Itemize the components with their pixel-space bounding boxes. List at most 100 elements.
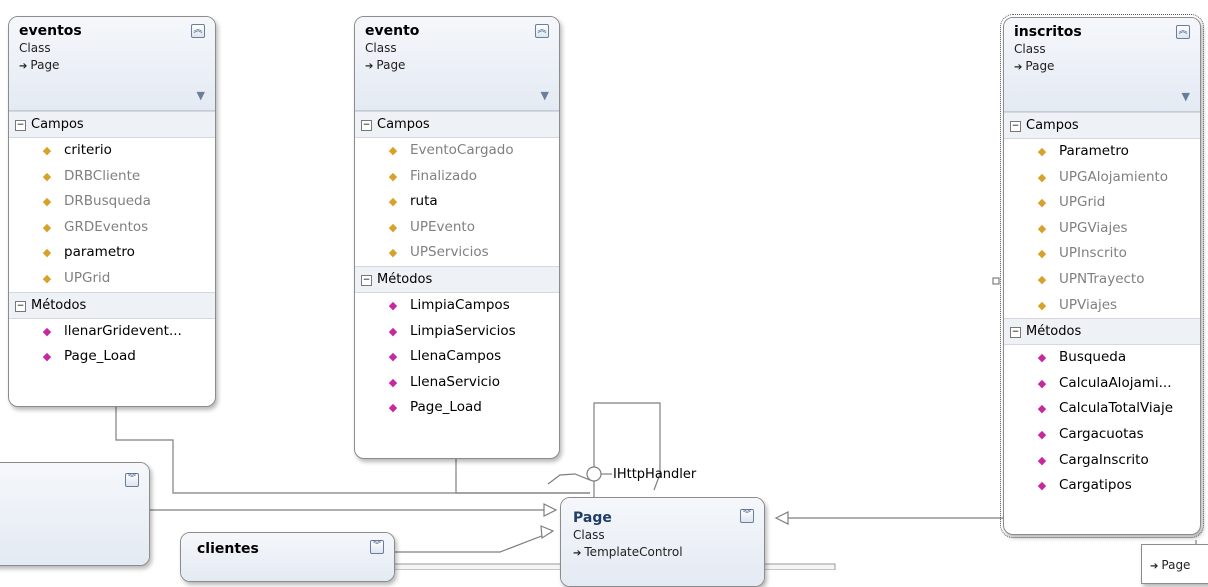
method-item[interactable]: ◆ Cargacuotas [1004, 422, 1200, 448]
method-item[interactable]: ◆ CalculaTotalViaje [1004, 396, 1200, 422]
interface-label: IHttpHandler [613, 467, 697, 482]
class-box-eventos[interactable]: eventos Class ➔ Page ︽ ▼ − Campos ◆ criteri… [8, 16, 216, 407]
section-methods[interactable]: − Métodos [355, 265, 559, 293]
double-chevron-up-icon[interactable]: ︽ [1176, 25, 1190, 39]
method-icon: ◆ [388, 401, 398, 415]
field-item[interactable]: ◆ ruta [355, 189, 559, 215]
protected-field-icon: ◆ [388, 144, 398, 157]
method-item[interactable]: ◆ LimpiaServicios [355, 319, 559, 345]
field-item[interactable]: ◆ UPGViajes [1004, 216, 1200, 242]
field-item[interactable]: ◆ DRBusqueda [9, 189, 215, 215]
class-kind: Class [573, 528, 605, 542]
method-item[interactable]: ◆ LlenaCampos [355, 344, 559, 370]
protected-field-icon: ◆ [388, 220, 398, 234]
method-icon: ◆ [1037, 351, 1047, 365]
class-header: Page Class ➔ TemplateControl ︾ [561, 498, 764, 586]
class-kind: Class [19, 41, 51, 55]
field-item[interactable]: ◆ UPGrid [9, 266, 215, 292]
filter-icon[interactable]: ▼ [541, 89, 549, 102]
protected-field-icon: ◆ [42, 169, 52, 183]
filter-icon[interactable]: ▼ [197, 89, 205, 102]
double-chevron-down-icon[interactable]: ︾ [740, 509, 754, 523]
protected-field-icon: ◆ [42, 271, 52, 285]
protected-field-icon: ◆ [1037, 170, 1047, 184]
protected-field-icon: ◆ [1037, 298, 1047, 312]
field-item[interactable]: ◆ UPEvento [355, 215, 559, 241]
class-header: eventos Class ➔ Page ︽ ▼ [9, 17, 215, 111]
private-field-icon: ◆ [42, 246, 52, 260]
collapse-section-icon[interactable]: − [1010, 121, 1021, 132]
field-item[interactable]: ◆ UPServicios [355, 240, 559, 266]
protected-field-icon: ◆ [388, 169, 398, 183]
section-fields[interactable]: − Campos [9, 111, 215, 138]
method-icon: ◆ [1037, 479, 1047, 493]
class-name: clientes [197, 541, 259, 557]
class-box-clientes[interactable]: clientes ︾ [180, 532, 395, 582]
field-item[interactable]: ◆ Parametro [1004, 139, 1200, 165]
base-class: ➔ Page [19, 58, 60, 72]
collapse-section-icon[interactable]: − [361, 120, 372, 131]
collapse-section-icon[interactable]: − [1010, 327, 1021, 339]
method-icon: ◆ [42, 324, 52, 338]
class-name: eventos [19, 23, 82, 39]
field-item[interactable]: ◆ DRBCliente [9, 164, 215, 190]
class-box-collapsed-left[interactable]: ︾ [0, 462, 150, 566]
double-chevron-down-icon[interactable]: ︾ [125, 473, 139, 487]
class-box-page[interactable]: Page Class ➔ TemplateControl ︾ [560, 497, 765, 587]
method-item[interactable]: ◆ LlenaServicio [355, 370, 559, 396]
protected-field-icon: ◆ [1037, 221, 1047, 235]
field-item[interactable]: ◆ UPInscrito [1004, 241, 1200, 267]
method-item[interactable]: ◆ LimpiaCampos [355, 293, 559, 319]
method-icon: ◆ [1037, 427, 1047, 441]
method-item[interactable]: ◆ Cargatipos [1004, 473, 1200, 499]
protected-field-icon: ◆ [42, 220, 52, 234]
field-item[interactable]: ◆ EventoCargado [355, 138, 559, 164]
protected-field-icon: ◆ [42, 195, 52, 209]
method-item[interactable]: ◆ Page_Load [9, 344, 215, 370]
class-box-inscritos[interactable]: inscritos Class ➔ Page ︽ ▼ − Campos ◆ Param… [1000, 14, 1204, 538]
field-item[interactable]: ◆ UPGrid [1004, 190, 1200, 216]
section-fields[interactable]: − Campos [355, 111, 559, 138]
section-methods[interactable]: − Métodos [1004, 318, 1200, 346]
protected-field-icon: ◆ [388, 246, 398, 260]
method-icon: ◆ [1037, 376, 1047, 390]
inherit-arrow-icon: ➔ [1014, 62, 1023, 73]
section-fields[interactable]: − Campos [1004, 112, 1200, 139]
method-item[interactable]: ◆ Busqueda [1004, 345, 1200, 371]
class-name: evento [365, 23, 420, 39]
collapse-section-icon[interactable]: − [15, 120, 26, 131]
method-item[interactable]: ◆ CalculaAlojami... [1004, 371, 1200, 397]
field-item[interactable]: ◆ parametro [9, 240, 215, 266]
method-icon: ◆ [388, 375, 398, 389]
field-item[interactable]: ◆ criterio [9, 138, 215, 164]
class-header: evento Class ➔ Page ︽ ▼ [355, 17, 559, 111]
method-item[interactable]: ◆ Page_Load [355, 395, 559, 421]
base-class: ➔ TemplateControl [573, 545, 683, 559]
inherit-arrow-icon: ➔ [365, 61, 374, 72]
field-item[interactable]: ◆ UPGAlojamiento [1004, 165, 1200, 191]
double-chevron-up-icon[interactable]: ︽ [535, 24, 549, 38]
filter-icon[interactable]: ▼ [1182, 90, 1190, 103]
class-box-partial-right[interactable]: ➔ Page [1141, 544, 1208, 584]
field-item[interactable]: ◆ Finalizado [355, 164, 559, 190]
method-icon: ◆ [1037, 453, 1047, 467]
method-item[interactable]: ◆ CargaInscrito [1004, 448, 1200, 474]
collapse-section-icon[interactable]: − [15, 300, 26, 312]
base-class: ➔ Page [1014, 59, 1055, 73]
private-field-icon: ◆ [1037, 145, 1047, 158]
private-field-icon: ◆ [388, 195, 398, 209]
field-item[interactable]: ◆ GRDEventos [9, 215, 215, 241]
section-methods[interactable]: − Métodos [9, 291, 215, 319]
class-box-evento[interactable]: evento Class ➔ Page ︽ ▼ − Campos ◆ EventoCa… [354, 16, 560, 459]
method-icon: ◆ [388, 324, 398, 338]
method-item[interactable]: ◆ llenarGridevent... [9, 319, 215, 345]
double-chevron-up-icon[interactable]: ︽ [191, 24, 205, 38]
method-icon: ◆ [42, 350, 52, 364]
field-item[interactable]: ◆ UPViajes [1004, 293, 1200, 319]
inherit-arrow-icon: ➔ [19, 61, 28, 72]
collapse-section-icon[interactable]: − [361, 274, 372, 286]
double-chevron-down-icon[interactable]: ︾ [370, 540, 384, 554]
protected-field-icon: ◆ [1037, 196, 1047, 210]
field-item[interactable]: ◆ UPNTrayecto [1004, 267, 1200, 293]
class-kind: Class [365, 41, 397, 55]
